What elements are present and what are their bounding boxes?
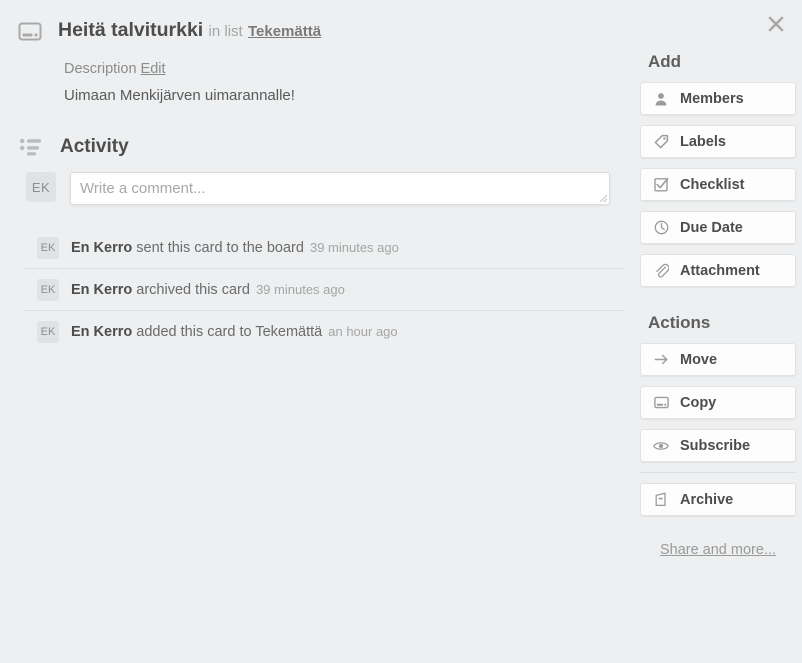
comment-placeholder: Write a comment... — [80, 180, 206, 197]
card-icon — [653, 395, 669, 411]
eye-icon — [653, 438, 669, 454]
activity-author: En Kerro — [71, 281, 133, 298]
person-icon — [653, 91, 669, 107]
avatar: EK — [37, 278, 59, 301]
card-sidebar: Add Members Labels Checklist Due Date At… — [640, 12, 796, 663]
activity-action: sent this card to the board — [136, 239, 304, 256]
sidebar-item-label: Copy — [680, 394, 717, 411]
comment-input[interactable]: Write a comment... — [70, 172, 610, 205]
sidebar-item-label: Labels — [680, 133, 726, 150]
card-title-line: Heitä talviturkki in list Tekemättä — [58, 17, 321, 45]
description-label-row: Description Edit — [64, 59, 624, 79]
add-due-date-button[interactable]: Due Date — [640, 211, 796, 244]
paperclip-icon — [653, 263, 669, 279]
activity-action: added this card to Tekemättä — [136, 324, 323, 340]
description-text: Uimaan Menkijärven uimarannalle! — [64, 87, 295, 104]
card-header-text: Heitä talviturkki in list Tekemättä — [58, 17, 321, 45]
sidebar-item-label: Checklist — [680, 176, 745, 193]
subscribe-button[interactable]: Subscribe — [640, 429, 796, 462]
activity-author: En Kerro — [71, 324, 133, 340]
sidebar-add-heading: Add — [648, 52, 682, 71]
list-name-link[interactable]: Tekemättä — [248, 23, 321, 40]
activity-entry-text: En Kerro archived this card 39 minutes a… — [71, 282, 345, 298]
comment-composer-row: EK Write a comment... — [26, 172, 624, 205]
avatar: EK — [26, 172, 56, 202]
list-item: EK En Kerro archived this card 39 minute… — [24, 269, 625, 311]
list-item: EK En Kerro added this card to Tekemättä… — [24, 311, 625, 353]
activity-timestamp: 39 minutes ago — [309, 239, 399, 255]
sidebar-divider — [640, 472, 796, 473]
sidebar-item-label: Subscribe — [680, 437, 751, 454]
archive-button[interactable]: Archive — [640, 483, 796, 516]
copy-button[interactable]: Copy — [640, 386, 796, 419]
page-title: Heitä talviturkki — [58, 19, 204, 41]
share-and-more-link[interactable]: Share and more... — [640, 542, 796, 558]
activity-header: Activity — [12, 136, 624, 158]
archive-box-icon — [653, 492, 669, 508]
sidebar-item-label: Archive — [680, 491, 734, 508]
add-members-button[interactable]: Members — [640, 82, 796, 115]
card-main-column: Heitä talviturkki in list Tekemättä Desc… — [12, 12, 625, 663]
list-item: EK En Kerro sent this card to the board … — [24, 227, 625, 269]
in-list-label: in list — [208, 23, 243, 40]
tag-icon — [653, 134, 669, 150]
add-labels-button[interactable]: Labels — [640, 125, 796, 158]
sidebar-item-label: Due Date — [680, 219, 743, 236]
description-label: Description — [64, 61, 137, 77]
avatar: EK — [37, 321, 59, 343]
activity-action: archived this card — [136, 281, 250, 298]
sidebar-actions-heading: Actions — [648, 313, 711, 332]
card-header: Heitä talviturkki in list Tekemättä — [12, 12, 624, 45]
add-attachment-button[interactable]: Attachment — [640, 254, 796, 287]
avatar: EK — [37, 236, 59, 259]
description-edit-link[interactable]: Edit — [141, 61, 166, 77]
sidebar-item-label: Attachment — [680, 262, 760, 279]
card-detail-modal: Heitä talviturkki in list Tekemättä Desc… — [0, 0, 802, 663]
card-icon — [18, 20, 42, 44]
activity-entry-text: En Kerro sent this card to the board 39 … — [71, 240, 399, 256]
checkbox-checked-icon — [653, 177, 669, 193]
activity-author: En Kerro — [71, 239, 133, 256]
sidebar-item-label: Members — [680, 90, 744, 107]
description-block: Description Edit Uimaan Menkijärven uimar… — [64, 59, 624, 106]
activity-list-icon — [20, 138, 42, 156]
activity-timestamp: an hour ago — [328, 324, 398, 339]
activity-timestamp: 39 minutes ago — [255, 281, 345, 297]
add-checklist-button[interactable]: Checklist — [640, 168, 796, 201]
arrow-right-icon — [653, 352, 669, 368]
clock-icon — [653, 220, 669, 236]
resize-handle-icon[interactable] — [598, 193, 608, 203]
move-button[interactable]: Move — [640, 343, 796, 376]
activity-title: Activity — [60, 136, 129, 157]
activity-list: EK En Kerro sent this card to the board … — [24, 227, 625, 353]
sidebar-item-label: Move — [680, 351, 718, 368]
activity-entry-text: En Kerro added this card to Tekemättä an… — [71, 324, 398, 340]
